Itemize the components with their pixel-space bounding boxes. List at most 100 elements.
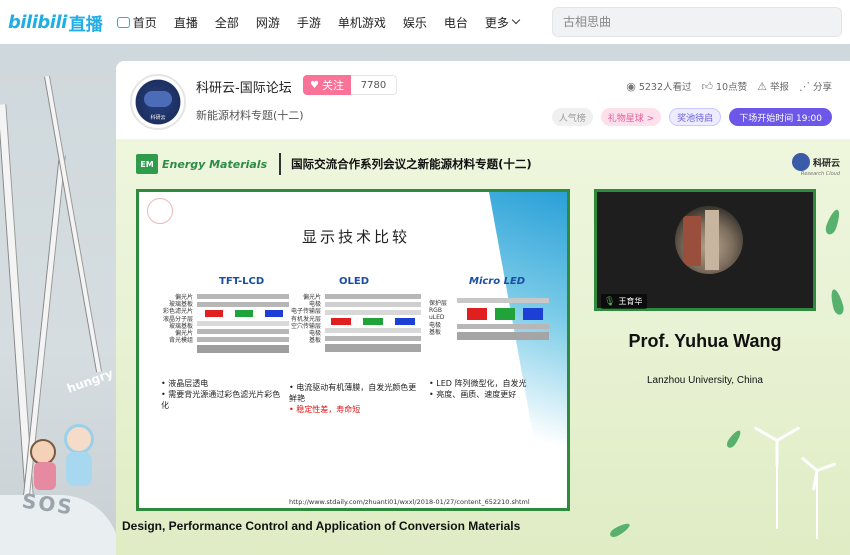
logo-subtext: Research Cloud <box>800 171 840 177</box>
layer-bar <box>457 298 549 303</box>
logo-text: 科研云 <box>812 158 840 169</box>
layer-label: 电极 <box>429 321 442 329</box>
room-title[interactable]: 科研云-国际论坛 <box>196 77 292 96</box>
bullet-item: • 需要背光源通过彩色滤光片彩色化 <box>161 390 281 410</box>
nav-item-home[interactable]: 首页 <box>116 14 157 31</box>
tag-label: 礼物星球 > <box>607 113 655 124</box>
layer-label: 玻璃基板 <box>168 322 193 330</box>
tft-layer-labels: 偏光片 玻璃基板 彩色滤光片 液晶分子层 玻璃基板 偏光片 背光模组 <box>149 294 193 344</box>
oled-bullets: • 电流驱动有机薄膜，自发光颜色更鲜艳 • 稳定性差，寿命短 <box>289 382 417 415</box>
nav-item-label: 电台 <box>443 15 468 30</box>
layer-label: 液晶分子层 <box>162 315 193 323</box>
top-navbar: bilibili 直播 首页 直播 全部 网游 手游 单机游戏 娱乐 电台 更多 <box>0 0 850 44</box>
room-tags: 人气榜 礼物星球 > 奖池待启 下场开始时间 19:00 <box>544 108 832 126</box>
oled-stack <box>325 294 421 358</box>
nav-item-more[interactable]: 更多 <box>485 14 521 31</box>
header-divider <box>279 153 282 175</box>
micro-led-layer-labels: 保护层 RGB uLED 电极 基板 <box>429 300 453 336</box>
nav-item-single-player[interactable]: 单机游戏 <box>338 14 386 31</box>
viewers-count: 5232人看过 <box>638 82 692 93</box>
chevron-down-icon <box>511 15 521 25</box>
hungry-text: hungry <box>65 366 115 396</box>
speaker-affiliation: Lanzhou University, China <box>647 375 763 386</box>
layer-bar <box>197 321 289 326</box>
layer-label: 空穴传输层 <box>291 322 322 330</box>
slide-title: 显示技术比较 <box>301 228 410 246</box>
like-button[interactable]: 👍︎ 10点赞 <box>701 79 748 94</box>
report-button[interactable]: ⚠ 举报 <box>757 79 789 94</box>
nav-item-live[interactable]: 直播 <box>174 14 198 31</box>
nav-item-entertainment[interactable]: 娱乐 <box>403 14 427 31</box>
layer-label: 彩色滤光片 <box>162 308 193 316</box>
layer-bar <box>325 310 421 315</box>
background-building <box>705 210 719 270</box>
search-box[interactable] <box>552 7 842 37</box>
speaker-name: Prof. Yuhua Wang <box>628 331 782 351</box>
thumbs-up-icon: 👍︎ <box>701 79 714 93</box>
share-label: 分享 <box>812 82 832 93</box>
layer-label: 基板 <box>308 337 321 345</box>
logo-word: bilibili <box>8 11 67 33</box>
talk-title: Design, Performance Control and Applicat… <box>122 519 521 533</box>
university-seal-icon <box>147 198 173 224</box>
follower-count: 7780 <box>351 75 397 95</box>
heart-icon: ♥ <box>310 79 319 91</box>
green-subpixel <box>235 310 253 317</box>
layer-bar <box>325 336 421 341</box>
layer-bar <box>197 329 289 334</box>
tft-lcd-stack <box>197 294 289 354</box>
bullet-item: • 亮度、画质、速度更好 <box>429 390 517 399</box>
research-cloud-logo: 科研云 <box>791 153 840 171</box>
background-building <box>683 216 701 266</box>
leaf-decoration <box>608 521 632 539</box>
room-avatar[interactable]: 科研云 <box>130 74 186 130</box>
oled-layer-labels: 偏光片 电极 电子传输层 有机发光层 空穴传输层 电极 基板 <box>291 294 321 344</box>
logo-live: 直播 <box>68 14 103 35</box>
nav-item-label: 全部 <box>214 15 239 30</box>
layer-label: 基板 <box>429 328 442 336</box>
viewers-stat: ◉ 5232人看过 <box>626 79 692 94</box>
nav-item-radio[interactable]: 电台 <box>444 14 468 31</box>
blue-subpixel <box>265 310 283 317</box>
blue-subpixel <box>523 308 543 320</box>
gift-planet-tag[interactable]: 礼物星球 > <box>600 108 662 126</box>
room-header: 科研云 科研云-国际论坛 ♥ 关注 7780 新能源材料专题(十二) ◉ 523… <box>116 61 850 139</box>
leaf-decoration <box>823 208 843 236</box>
layer-label: 有机发光层 <box>291 315 322 323</box>
layer-label: 电子传输层 <box>291 308 322 316</box>
tft-bullets: • 液晶层透电 • 需要背光源通过彩色滤光片彩色化 <box>161 378 281 411</box>
bullet-item-warning: • 稳定性差，寿命短 <box>289 405 361 414</box>
green-subpixel <box>363 318 383 325</box>
live-video-player[interactable]: EM Energy Materials 国际交流合作系列会议之新能源材料专题(十… <box>116 139 850 555</box>
popularity-rank-tag[interactable]: 人气榜 <box>551 108 593 126</box>
search-input[interactable] <box>563 15 823 29</box>
layer-bar <box>325 294 421 299</box>
report-label: 举报 <box>769 82 789 93</box>
red-subpixel <box>331 318 351 325</box>
nav-item-all[interactable]: 全部 <box>215 14 239 31</box>
next-stream-time-tag: 下场开始时间 19:00 <box>729 108 832 126</box>
follow-button[interactable]: ♥ 关注 <box>303 75 351 95</box>
windmill-blade <box>753 426 778 442</box>
windmill-blade <box>816 462 837 472</box>
green-subpixel <box>495 308 515 320</box>
blue-subpixel <box>395 318 415 325</box>
chibi-character-2 <box>64 424 94 454</box>
nav-item-online-games[interactable]: 网游 <box>256 14 280 31</box>
leaf-decoration <box>828 288 846 316</box>
bilibili-live-logo[interactable]: bilibili 直播 <box>8 0 103 44</box>
video-header: EM Energy Materials 国际交流合作系列会议之新能源材料专题(十… <box>136 153 532 175</box>
layer-bar <box>197 294 289 299</box>
room-stats: ◉ 5232人看过 👍︎ 10点赞 ⚠ 举报 ⋰ 分享 <box>616 79 832 94</box>
layer-bar <box>457 324 549 329</box>
share-button[interactable]: ⋰ 分享 <box>799 79 832 94</box>
layer-bar <box>325 344 421 352</box>
micro-led-bullets: • LED 阵列微型化，自发光 • 亮度、画质、速度更好 <box>429 378 559 400</box>
nav-item-mobile-games[interactable]: 手游 <box>297 14 321 31</box>
warning-icon: ⚠ <box>757 79 767 93</box>
nav-item-label: 网游 <box>255 15 280 30</box>
prize-pool-tag[interactable]: 奖池待启 <box>669 108 722 126</box>
speaker-video-feed <box>675 206 743 274</box>
likes-count: 10点赞 <box>716 82 748 93</box>
participant-name-tag: 🎙︎ 王育华 <box>601 294 648 309</box>
